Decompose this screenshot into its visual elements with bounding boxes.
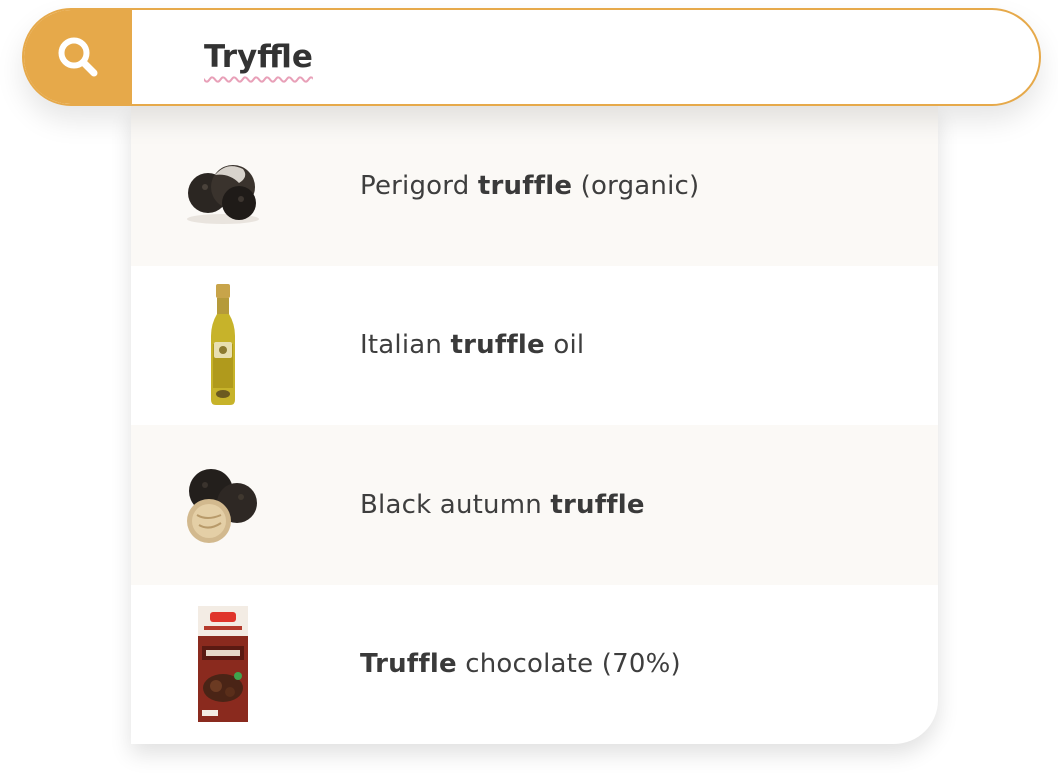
- search-query-text: Tryffle: [204, 39, 313, 75]
- truffle-oil-bottle-image: [175, 280, 271, 410]
- perigord-truffle-image: [175, 121, 271, 251]
- suggestion-label: Truffle chocolate (70%): [360, 649, 681, 680]
- search-bar: Tryffle: [22, 8, 1041, 106]
- black-autumn-truffle-image: [175, 440, 271, 570]
- search-suggestions-dropdown: Perigord truffle (organic) Italian truff…: [131, 106, 938, 744]
- suggestion-label: Italian truffle oil: [360, 330, 585, 361]
- search-input[interactable]: Tryffle: [132, 10, 1039, 104]
- search-button[interactable]: [24, 10, 132, 104]
- search-icon: [58, 37, 98, 77]
- suggestion-item-truffle-chocolate[interactable]: Truffle chocolate (70%): [131, 585, 938, 745]
- suggestion-label: Perigord truffle (organic): [360, 170, 700, 201]
- truffle-chocolate-bar-image: [175, 599, 271, 729]
- suggestion-label: Black autumn truffle: [360, 489, 645, 520]
- suggestion-item-italian-truffle-oil[interactable]: Italian truffle oil: [131, 266, 938, 426]
- suggestion-item-black-autumn-truffle[interactable]: Black autumn truffle: [131, 425, 938, 585]
- suggestion-item-perigord-truffle[interactable]: Perigord truffle (organic): [131, 106, 938, 266]
